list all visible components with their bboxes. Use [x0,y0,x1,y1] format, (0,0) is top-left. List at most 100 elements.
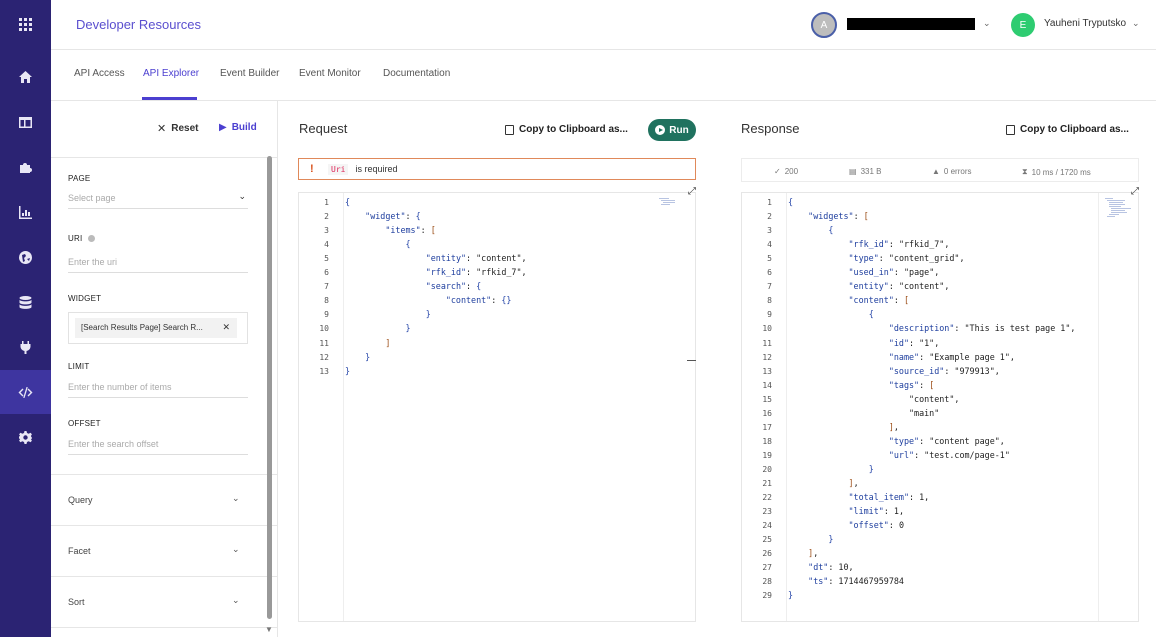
puzzle-icon[interactable] [0,145,51,189]
chevron-down-icon: ⌄ [232,595,240,605]
home-icon[interactable] [0,55,51,99]
code-line: } [425,309,431,320]
tab-api-access[interactable]: API Access [74,68,125,79]
line-number: 20 [762,464,772,474]
app-title: Developer Resources [76,17,202,32]
minimap[interactable] [1104,196,1132,226]
code-line: "rfk_id": "rfkid_7", [425,267,527,278]
request-copy-button[interactable]: Copy to Clipboard as... [505,124,628,135]
expand-icon[interactable]: ⤢ [688,186,696,197]
code-line: "url": "test.com/page-1" [888,449,1010,460]
line-gutter: 1 2 3 4 5 6 7 8 9 10 11 12 13 14 15 16 17 18 19 20 21 22 23 24 2… [742,193,787,621]
hourglass-icon: ⧗ [1022,167,1028,176]
error-field-code: Uri [328,163,349,175]
copy-icon [505,124,514,135]
code-line: ], [848,478,859,488]
gear-icon[interactable] [0,415,51,459]
line-number: 14 [762,380,772,390]
file-icon: ▤ [849,167,857,176]
chart-icon[interactable] [0,190,51,234]
accordion-sort[interactable]: Sort ⌄ [51,576,278,627]
apps-icon[interactable] [0,2,51,46]
line-number: 28 [762,577,772,587]
layout-icon[interactable] [0,100,51,144]
uri-input[interactable]: Enter the uri [68,253,248,273]
line-number: 7 [767,282,772,292]
line-number: 21 [762,479,772,488]
chevron-down-icon[interactable]: ⌄ [1132,18,1140,29]
copy-icon [1006,124,1015,135]
tab-api-explorer[interactable]: API Explorer [143,68,199,79]
tab-documentation[interactable]: Documentation [383,68,450,79]
panel-scrollbar[interactable] [267,156,272,619]
tab-event-monitor[interactable]: Event Monitor [299,68,361,79]
uri-label: URI [68,234,96,243]
chevron-down-icon[interactable]: ⌄ [983,18,991,29]
reset-button[interactable]: ✕ Reset [157,122,198,135]
plug-icon[interactable] [0,325,51,369]
line-number: 11 [762,338,772,348]
code-line: "name": "Example page 1", [888,351,1015,362]
page-label: PAGE [68,174,91,183]
accordion-facet[interactable]: Facet ⌄ [51,525,278,576]
code-line: "id": "1", [888,337,940,348]
request-title: Request [299,121,348,136]
run-button[interactable]: Run [648,119,696,141]
line-number: 5 [767,254,772,264]
code-icon[interactable] [0,370,51,414]
warning-icon: ! [310,163,314,175]
code-line: } [405,323,411,334]
code-line: "main" [788,407,940,418]
code-line: ], [888,421,899,432]
remove-chip-icon[interactable]: ✕ [222,322,230,333]
minimap[interactable] [657,196,685,208]
line-number: 2 [324,212,329,222]
line-number: 13 [762,366,772,376]
accordion-query[interactable]: Query ⌄ [51,474,278,525]
code-line: "search": { [425,281,482,292]
code-line: "entity": "content", [425,253,527,264]
response-timing: ⧗ 10 ms / 1720 ms [1022,167,1091,177]
code-line: "limit": 1, [848,506,904,517]
active-tab-indicator [142,97,197,100]
user-avatar[interactable]: E [1011,13,1035,37]
check-icon: ✓ [774,167,781,176]
tab-event-builder[interactable]: Event Builder [220,68,279,79]
line-number: 11 [319,338,329,348]
line-number: 19 [762,450,772,460]
play-icon [655,125,666,135]
close-icon: ✕ [157,123,167,135]
code-line: "items": [ [385,225,436,236]
line-number: 5 [324,254,329,264]
code-line: "total_item": 1, [848,492,930,503]
code-line: "type": "content_grid", [848,253,965,264]
request-editor[interactable]: 1 2 3 4 5 6 7 8 9 10 11 12 13 { "widget": { "items":… [298,192,696,622]
widget-select[interactable]: [Search Results Page] Search R... ✕ [68,312,248,344]
line-number: 10 [319,324,329,334]
widget-label: WIDGET [68,294,102,303]
globe-icon[interactable] [0,235,51,279]
code-line: ] [385,337,391,348]
response-editor[interactable]: 1 2 3 4 5 6 7 8 9 10 11 12 13 14 15 16 17 18 19 20 21 22 23 24 2… [741,192,1139,622]
response-copy-button[interactable]: Copy to Clipboard as... [1006,124,1129,135]
expand-icon[interactable]: ⤢ [1131,186,1139,197]
resize-handle[interactable] [687,360,696,361]
code-line: "rfk_id": "rfkid_7", [848,239,950,250]
user-name[interactable]: Yauheni Tryputsko [1044,18,1126,29]
database-icon[interactable] [0,280,51,324]
code-line: } [365,351,371,362]
line-number: 9 [767,310,772,320]
build-button[interactable]: ▶ Build [219,122,257,133]
error-count: ▲ 0 errors [932,167,972,176]
code-line: "used_in": "page", [848,267,940,278]
line-number: 26 [762,549,772,559]
org-avatar[interactable]: A [811,12,837,38]
page-select[interactable]: Select page ⌄ [68,189,248,209]
org-name-redacted[interactable] [847,18,975,30]
code-line: "content", [788,393,960,404]
line-number: 13 [319,366,329,376]
code-line: "content": [ [848,295,910,306]
limit-input[interactable]: Enter the number of items [68,378,248,398]
offset-input[interactable]: Enter the search offset [68,435,248,455]
scroll-down-icon[interactable]: ▼ [265,625,273,634]
